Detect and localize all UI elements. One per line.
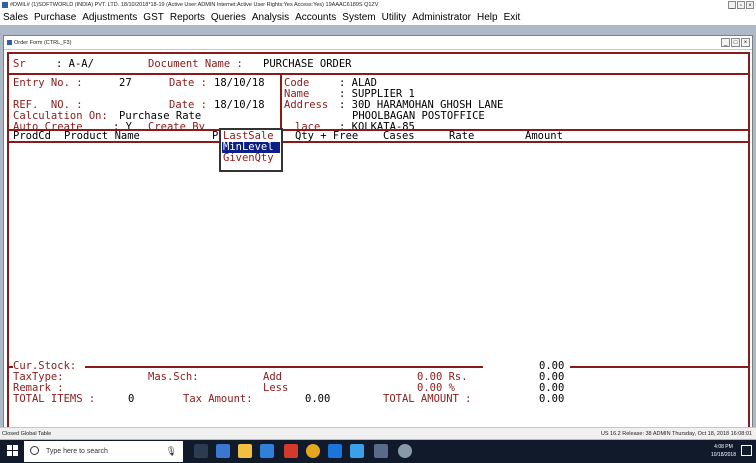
col-cases: Cases (383, 130, 415, 142)
child-maximize-button[interactable]: □ (731, 38, 740, 47)
edge-icon[interactable] (328, 444, 342, 458)
col-p: P (212, 130, 219, 142)
menu-help[interactable]: Help (474, 11, 501, 25)
order-form: Sr : A-A/ Document Name : PURCHASE ORDER… (7, 52, 750, 430)
child-minimize-button[interactable]: _ (721, 38, 730, 47)
chrome-icon[interactable] (306, 444, 320, 458)
menu-utility[interactable]: Utility (379, 11, 409, 25)
notification-icon[interactable] (741, 445, 752, 456)
tax-amount-value: 0.00 (305, 393, 331, 405)
right-total-4: 0.00 (539, 393, 565, 405)
search-icon (30, 446, 39, 455)
footer-rule-mid (85, 366, 483, 368)
col-rate: Rate (449, 130, 475, 142)
less-label: Less (263, 382, 289, 394)
status-left: Closed Global Table (2, 431, 52, 437)
header-divider (9, 73, 748, 75)
window-title-bar: #DWIL# (1)SOFTWORLD (INDIA) PVT. LTD. 18… (0, 0, 756, 11)
menu-exit[interactable]: Exit (501, 11, 524, 25)
menu-analysis[interactable]: Analysis (249, 11, 292, 25)
status-right: US 16.2 Release: 38 ADMIN Thursday, Oct … (600, 431, 752, 437)
qty-source-popup: LastSale MinLevel GivenQty (219, 128, 283, 172)
file-explorer-icon[interactable] (216, 444, 230, 458)
order-form-window: Order Form (CTRL_F3) _ □ × Sr : A-A/ Docum… (3, 35, 753, 433)
search-placeholder: Type here to search (46, 448, 108, 455)
tax-amount-label: Tax Amount: (183, 393, 253, 405)
microphone-icon[interactable]: 🎙 (166, 446, 177, 457)
window-controls: _ ▫ × (727, 1, 754, 10)
sr-label: Sr (13, 58, 26, 70)
app-icon-2[interactable] (374, 444, 388, 458)
col-prodcd: ProdCd (13, 130, 51, 142)
order-form-title-bar: Order Form (CTRL_F3) _ □ × (4, 36, 752, 50)
total-amount-label: TOTAL AMOUNT : (383, 393, 472, 405)
menu-administrator[interactable]: Administrator (409, 11, 474, 25)
app-icon (2, 1, 8, 8)
softworld-app-icon[interactable] (350, 444, 364, 458)
col-amount: Amount (525, 130, 563, 142)
task-view-icon[interactable] (194, 444, 208, 458)
taskbar-clock[interactable]: 4:08 PM 10/18/2018 (711, 443, 736, 459)
menu-queries[interactable]: Queries (208, 11, 249, 25)
total-items-label: TOTAL ITEMS : (13, 393, 96, 405)
minimize-button[interactable]: _ (728, 1, 736, 9)
window-title: #DWIL# (1)SOFTWORLD (INDIA) PVT. LTD. 18… (10, 2, 379, 8)
close-button[interactable]: × (746, 1, 754, 9)
child-window-controls: _ □ × (720, 38, 750, 47)
document-name-label: Document Name : (148, 58, 243, 70)
taskbar: Type here to search 🎙 4:08 PM 10/18/2018 (0, 440, 756, 463)
menu-accounts[interactable]: Accounts (292, 11, 339, 25)
taskbar-search-box[interactable]: Type here to search 🎙 (24, 441, 183, 462)
entry-no-value[interactable]: 27 (119, 78, 132, 89)
clock-date: 10/18/2018 (710, 452, 736, 458)
mail-icon[interactable] (260, 444, 274, 458)
pane-divider (280, 75, 282, 129)
date2-value[interactable]: 18/10/18 (214, 100, 265, 111)
clock-time: 4:08 PM (714, 444, 733, 450)
filezilla-icon[interactable] (284, 444, 298, 458)
menu-gst[interactable]: GST (140, 11, 167, 25)
form-icon (7, 40, 12, 46)
total-items-value: 0 (128, 393, 135, 405)
mas-sch-label: Mas.Sch: (148, 371, 199, 383)
menu-reports[interactable]: Reports (167, 11, 208, 25)
sr-value[interactable]: : A-A/ (56, 59, 94, 70)
menu-sales[interactable]: Sales (0, 11, 31, 25)
windows-start-icon[interactable] (7, 445, 19, 457)
document-name-value: PURCHASE ORDER (263, 58, 352, 70)
folder-icon[interactable] (238, 444, 252, 458)
col-product-name: Product Name (64, 130, 140, 142)
child-close-button[interactable]: × (741, 38, 750, 47)
entry-no-label: Entry No. : (13, 77, 83, 89)
address-label: Address (284, 99, 329, 111)
maximize-button[interactable]: ▫ (737, 1, 745, 9)
menu-system[interactable]: System (339, 11, 378, 25)
popup-item-givenqty[interactable]: GivenQty (222, 153, 280, 164)
status-bar: Closed Global Table US 16.2 Release: 38 … (0, 427, 756, 439)
app-icon-3[interactable] (398, 444, 412, 458)
order-form-title: Order Form (CTRL_F3) (14, 40, 72, 46)
mdi-workspace: Order Form (CTRL_F3) _ □ × Sr : A-A/ Docum… (0, 25, 756, 433)
col-qty-free: Qty + Free (295, 130, 359, 142)
footer-rule-right (570, 366, 748, 368)
menu-bar: Sales Purchase Adjustments GST Reports Querie… (0, 11, 756, 25)
date1-label: Date : (169, 77, 207, 89)
item-grid-header: ProdCd Product Name P Qty + Free Cases R… (9, 129, 748, 143)
menu-adjustments[interactable]: Adjustments (79, 11, 140, 25)
date1-value[interactable]: 18/10/18 (214, 78, 265, 89)
menu-purchase[interactable]: Purchase (31, 11, 79, 25)
